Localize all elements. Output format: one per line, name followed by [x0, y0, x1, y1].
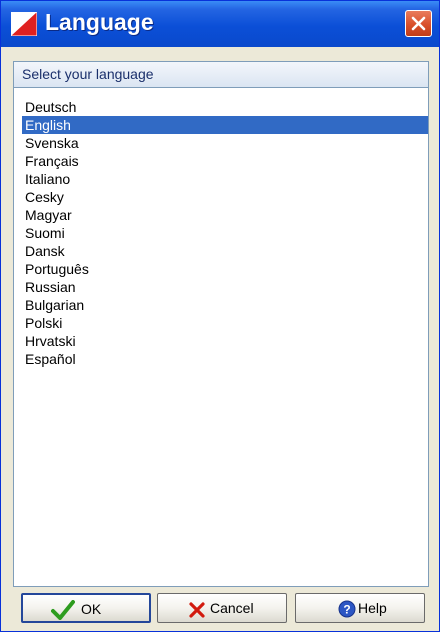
language-dialog: Language Select your language Deutsch En…	[0, 0, 440, 632]
close-icon	[411, 16, 426, 31]
list-item[interactable]: Russian	[22, 278, 428, 296]
window-title: Language	[45, 9, 154, 35]
list-header: Select your language	[13, 61, 429, 87]
list-item[interactable]: Magyar	[22, 206, 428, 224]
title-bar[interactable]: Language	[1, 1, 439, 47]
close-button[interactable]	[405, 10, 432, 37]
list-header-label: Select your language	[22, 66, 154, 82]
list-item[interactable]: Bulgarian	[22, 296, 428, 314]
list-item[interactable]: Cesky	[22, 188, 428, 206]
help-button[interactable]: ? Help	[295, 593, 425, 623]
ok-button-label: OK	[81, 601, 102, 617]
list-item[interactable]: Português	[22, 260, 428, 278]
cancel-button[interactable]: Cancel	[157, 593, 287, 623]
list-item[interactable]: Dansk	[22, 242, 428, 260]
checkmark-icon	[51, 600, 75, 620]
cancel-button-label: Cancel	[210, 600, 254, 616]
list-item[interactable]: Español	[22, 350, 428, 368]
list-item-selected[interactable]: English	[22, 116, 428, 134]
list-item[interactable]: Suomi	[22, 224, 428, 242]
list-item[interactable]: Polski	[22, 314, 428, 332]
list-item[interactable]: Deutsch	[22, 98, 428, 116]
help-icon: ?	[338, 600, 356, 618]
list-item[interactable]: Français	[22, 152, 428, 170]
ok-button[interactable]: OK	[21, 593, 151, 623]
help-button-label: Help	[358, 600, 387, 616]
list-item[interactable]: Italiano	[22, 170, 428, 188]
list-item[interactable]: Hrvatski	[22, 332, 428, 350]
list-item[interactable]: Svenska	[22, 134, 428, 152]
language-list[interactable]: Deutsch English Svenska Français Italian…	[13, 87, 429, 587]
x-icon	[189, 602, 205, 618]
svg-text:?: ?	[343, 603, 350, 617]
app-logo-icon	[11, 12, 37, 36]
